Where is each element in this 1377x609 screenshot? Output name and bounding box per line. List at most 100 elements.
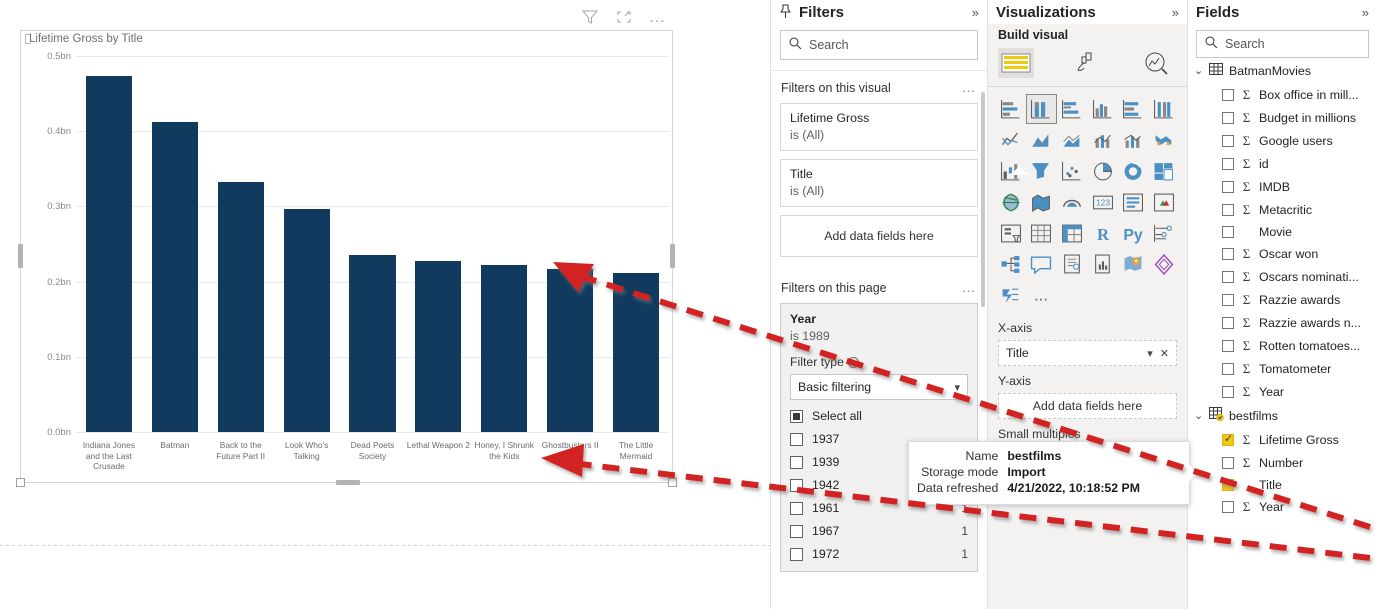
- table-icon[interactable]: [1027, 219, 1057, 247]
- analytics-tab[interactable]: [1138, 48, 1174, 78]
- field-checkbox[interactable]: [1222, 88, 1234, 101]
- field-checkbox[interactable]: [1222, 270, 1234, 283]
- field-row[interactable]: Σ Rotten tomatoes...: [1188, 334, 1377, 357]
- key-influencers-icon[interactable]: [1149, 219, 1179, 247]
- line-and-stacked-column-chart-icon[interactable]: [1088, 126, 1118, 154]
- field-row[interactable]: Σ Razzie awards: [1188, 288, 1377, 311]
- field-row[interactable]: Σ Oscars nominati...: [1188, 265, 1377, 288]
- field-checkbox[interactable]: [1222, 225, 1234, 238]
- year-filter-item[interactable]: 1967 1: [790, 524, 968, 538]
- fields-table-bestfilms[interactable]: ⌄ bestfilms: [1188, 403, 1377, 428]
- map-icon[interactable]: [996, 188, 1026, 216]
- format-visual-tab[interactable]: [1068, 48, 1104, 78]
- focus-mode-icon[interactable]: [615, 8, 633, 26]
- field-checkbox[interactable]: [1222, 111, 1234, 124]
- field-row[interactable]: Σ Year: [1188, 495, 1377, 518]
- checkbox-icon[interactable]: [790, 455, 803, 469]
- power-automate-visual-icon[interactable]: [996, 281, 1026, 309]
- field-checkbox[interactable]: [1222, 316, 1234, 329]
- field-checkbox[interactable]: [1222, 180, 1234, 193]
- multi-row-card-icon[interactable]: [1119, 188, 1149, 216]
- y-axis-well[interactable]: Add data fields here: [998, 393, 1177, 419]
- field-checkbox[interactable]: [1222, 157, 1234, 170]
- fields-table-batmanmovies[interactable]: ⌄ BatmanMovies: [1188, 58, 1377, 83]
- filters-search-input[interactable]: Search: [780, 30, 978, 60]
- line-chart-icon[interactable]: [996, 126, 1026, 154]
- more-options-icon[interactable]: ...: [1027, 281, 1057, 309]
- donut-chart-icon[interactable]: [1119, 157, 1149, 185]
- year-filter-card[interactable]: Year is 1989 Filter type i Basic filteri…: [780, 303, 978, 572]
- checkbox-icon[interactable]: [790, 478, 803, 492]
- bar-chart-plot[interactable]: 0.0bn 0.1bn 0.2bn 0.3bn 0.4bn 0.5bn Indiana Jo…: [21, 31, 674, 484]
- info-icon[interactable]: i: [848, 356, 859, 368]
- filters-collapse-icon[interactable]: »: [972, 5, 979, 20]
- paginated-report-icon[interactable]: [1088, 250, 1118, 278]
- chevron-down-icon[interactable]: ⌄: [1194, 409, 1204, 422]
- arcgis-map-icon[interactable]: [1119, 250, 1149, 278]
- checkbox-icon[interactable]: [790, 409, 803, 423]
- field-checkbox[interactable]: [1222, 203, 1234, 216]
- resize-handle-left[interactable]: [18, 244, 23, 268]
- kpi-icon[interactable]: [1149, 188, 1179, 216]
- clustered-bar-chart-icon[interactable]: [1057, 95, 1087, 123]
- field-row[interactable]: Σ Number: [1188, 451, 1377, 474]
- matrix-icon[interactable]: [1057, 219, 1087, 247]
- visualizations-collapse-icon[interactable]: »: [1172, 5, 1179, 20]
- field-row[interactable]: Σ Budget in millions: [1188, 106, 1377, 129]
- year-filter-item[interactable]: 1972 1: [790, 547, 968, 561]
- remove-field-icon[interactable]: ✕: [1160, 347, 1169, 360]
- ribbon-chart-icon[interactable]: [1149, 126, 1179, 154]
- field-row[interactable]: Σ Google users: [1188, 129, 1377, 152]
- filters-visual-dropzone[interactable]: Add data fields here: [780, 215, 978, 257]
- filter-icon[interactable]: [581, 8, 599, 26]
- stacked-area-chart-icon[interactable]: [1057, 126, 1087, 154]
- smart-narrative-icon[interactable]: [1057, 250, 1087, 278]
- visual-more-options-icon[interactable]: …: [649, 8, 668, 25]
- 100-stacked-column-chart-icon[interactable]: [1149, 95, 1179, 123]
- chart-bar[interactable]: [217, 182, 264, 432]
- field-row[interactable]: Σ Lifetime Gross: [1188, 428, 1377, 451]
- chart-visual-container[interactable]: Lifetime Gross by Title 0.0bn 0.1bn 0.2bn 0…: [16, 30, 677, 487]
- checkbox-icon[interactable]: [790, 524, 803, 538]
- filter-card[interactable]: Lifetime Gross is (All): [780, 103, 978, 151]
- filters-on-page-more-icon[interactable]: …: [962, 280, 978, 294]
- year-filter-item[interactable]: Select all: [790, 409, 968, 423]
- resize-handle-bottom-right[interactable]: [668, 478, 677, 487]
- resize-handle-right[interactable]: [670, 244, 675, 268]
- field-checkbox[interactable]: [1222, 293, 1234, 306]
- field-checkbox[interactable]: [1222, 432, 1234, 446]
- stacked-bar-chart-icon[interactable]: [996, 95, 1026, 123]
- resize-handle-bottom-left[interactable]: [16, 478, 25, 487]
- field-row[interactable]: Σid: [1188, 152, 1377, 175]
- 100-stacked-bar-chart-icon[interactable]: [1119, 95, 1149, 123]
- chart-bar[interactable]: [151, 122, 198, 432]
- field-row[interactable]: Σ Oscar won: [1188, 242, 1377, 265]
- card-icon[interactable]: 123: [1088, 188, 1118, 216]
- checkbox-icon[interactable]: [790, 432, 803, 446]
- chart-bar[interactable]: [481, 265, 528, 432]
- x-axis-well[interactable]: Title ▾ ✕: [998, 340, 1177, 366]
- checkbox-icon[interactable]: [790, 547, 803, 561]
- field-row[interactable]: Σ Box office in mill...: [1188, 83, 1377, 106]
- chart-bar[interactable]: [349, 255, 396, 432]
- chart-bar[interactable]: [612, 272, 660, 432]
- chevron-down-icon[interactable]: ▾: [1147, 347, 1153, 360]
- field-checkbox[interactable]: [1222, 339, 1234, 352]
- line-and-clustered-column-chart-icon[interactable]: [1119, 126, 1149, 154]
- field-checkbox[interactable]: [1222, 500, 1234, 513]
- field-row[interactable]: Title: [1188, 474, 1377, 495]
- decomposition-tree-icon[interactable]: [996, 250, 1026, 278]
- field-checkbox[interactable]: [1222, 456, 1234, 469]
- field-checkbox[interactable]: [1222, 247, 1234, 260]
- filter-card[interactable]: Title is (All): [780, 159, 978, 207]
- slicer-icon[interactable]: [996, 219, 1026, 247]
- field-row[interactable]: Σ Razzie awards n...: [1188, 311, 1377, 334]
- checkbox-icon[interactable]: [790, 501, 803, 515]
- r-script-visual-icon[interactable]: R: [1088, 219, 1118, 247]
- scatter-chart-icon[interactable]: [1057, 157, 1087, 185]
- funnel-chart-icon[interactable]: [1027, 157, 1057, 185]
- field-checkbox[interactable]: [1222, 385, 1234, 398]
- clustered-column-chart-icon[interactable]: [1088, 95, 1118, 123]
- field-row[interactable]: Movie: [1188, 221, 1377, 242]
- fields-collapse-icon[interactable]: »: [1362, 5, 1369, 20]
